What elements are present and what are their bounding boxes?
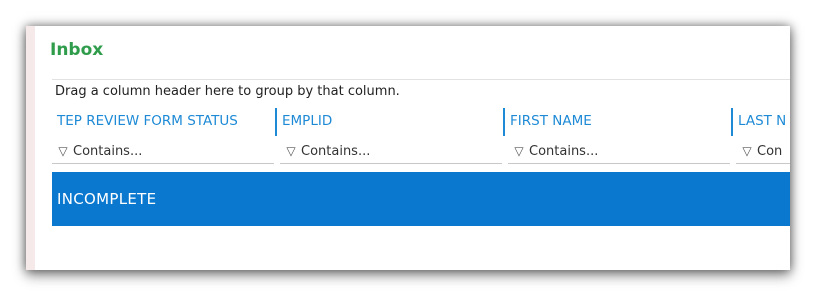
column-header-tep-review-form-status[interactable]: TEP REVIEW FORM STATUS — [52, 108, 277, 136]
column-header-label: LAST N — [738, 113, 787, 129]
filter-input-text: Contains... — [301, 144, 371, 159]
group-by-panel[interactable]: Drag a column header here to group by th… — [52, 79, 790, 104]
column-header-emplid[interactable]: EMPLID — [275, 108, 502, 136]
filter-row: ▽ Contains... ▽ Contains... ▽ Contains... ▽… — [52, 139, 790, 165]
group-by-hint: Drag a column header here to group by th… — [55, 84, 400, 99]
left-edge-strip — [26, 26, 35, 270]
column-header-label: FIRST NAME — [510, 113, 592, 129]
filter-input-text: Con — [757, 144, 783, 159]
column-headers: TEP REVIEW FORM STATUS EMPLID FIRST NAME… — [52, 108, 790, 136]
filter-icon: ▽ — [742, 144, 752, 158]
column-header-label: TEP REVIEW FORM STATUS — [57, 113, 238, 129]
page-title: Inbox — [50, 40, 104, 60]
filter-icon: ▽ — [286, 144, 296, 158]
filter-input-text: Contains... — [529, 144, 599, 159]
column-header-last-name[interactable]: LAST N — [731, 108, 790, 136]
filter-emplid[interactable]: ▽ Contains... — [280, 139, 502, 164]
table-cell-status: INCOMPLETE — [57, 190, 157, 208]
filter-last-name[interactable]: ▽ Con — [736, 139, 790, 164]
filter-first-name[interactable]: ▽ Contains... — [508, 139, 730, 164]
filter-icon: ▽ — [514, 144, 524, 158]
filter-tep-review-form-status[interactable]: ▽ Contains... — [52, 139, 274, 164]
column-header-label: EMPLID — [282, 113, 333, 129]
column-header-first-name[interactable]: FIRST NAME — [503, 108, 730, 136]
filter-input-text: Contains... — [73, 144, 143, 159]
filter-icon: ▽ — [58, 144, 68, 158]
inbox-window: Inbox Drag a column header here to group… — [26, 26, 790, 270]
inbox-grid: Drag a column header here to group by th… — [52, 79, 790, 269]
table-row-selected[interactable]: INCOMPLETE — [52, 172, 790, 226]
